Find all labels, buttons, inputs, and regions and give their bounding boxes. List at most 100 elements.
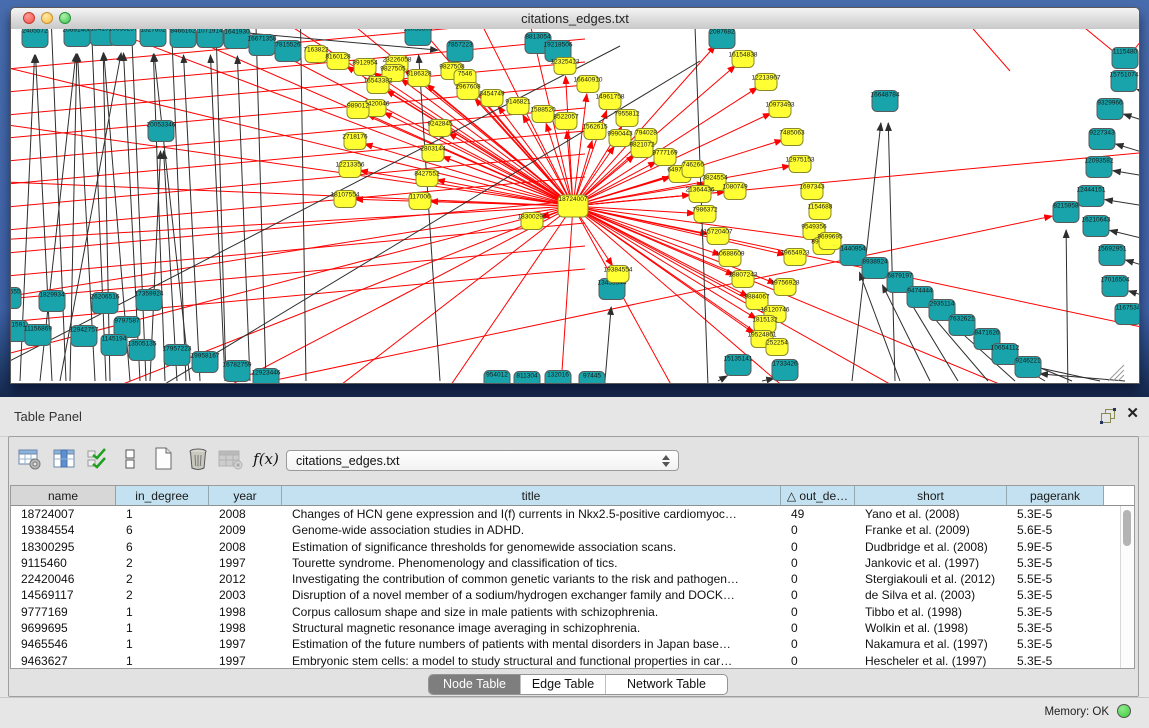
import-table-button[interactable]	[215, 444, 245, 474]
row-height-button[interactable]	[115, 444, 145, 474]
table-cell: Corpus callosum shape and size in male p…	[282, 604, 781, 620]
table-source-select[interactable]: citations_edges.txt	[286, 450, 679, 471]
table-cell: 2003	[209, 587, 282, 603]
graph-node-label: 19384554	[604, 267, 633, 274]
table-row[interactable]: 2242004622012Investigating the contribut…	[11, 571, 1121, 587]
table-cell: 2008	[209, 506, 282, 522]
graph-node-label: 11156869	[24, 326, 52, 333]
graph-node-label: 252254	[766, 340, 788, 347]
graph-node-label: 9884067	[744, 294, 770, 301]
column-header-filler	[1104, 486, 1134, 506]
window-titlebar[interactable]: citations_edges.txt	[11, 8, 1139, 30]
table-cell: 22420046	[11, 571, 116, 587]
table-cell: Estimation of significance thresholds fo…	[282, 539, 781, 555]
table-row[interactable]: 977716911998Corpus callosum shape and si…	[11, 604, 1121, 620]
graph-node-label: 6879197	[887, 273, 913, 280]
column-header-in_degree[interactable]: in_degree	[116, 486, 209, 506]
table-cell: Franke et al. (2009)	[855, 522, 1007, 538]
graph-node-label: 9246221	[1015, 358, 1041, 365]
graph-node-label: 8522057	[553, 114, 579, 121]
graph-node-label: 794028	[635, 130, 657, 137]
delete-table-button[interactable]	[183, 444, 213, 474]
resize-grip-icon[interactable]	[1113, 370, 1124, 381]
tab-edge-table[interactable]: Edge Table	[520, 675, 605, 694]
new-table-button[interactable]	[149, 444, 179, 474]
graph-node-label: 12213356	[336, 162, 365, 169]
graph-node-label: 1588520	[530, 107, 556, 114]
table-source-value: citations_edges.txt	[296, 454, 400, 468]
table-row[interactable]: 1456911722003Disruption of a novel membe…	[11, 587, 1121, 603]
memory-status-indicator[interactable]	[1117, 704, 1131, 718]
select-rows-button[interactable]	[83, 444, 113, 474]
table-cell: 0	[781, 539, 855, 555]
graph-node-label: 1440954	[840, 246, 866, 253]
column-header-out_de[interactable]: △ out_de…	[781, 486, 855, 506]
table-row[interactable]: 1872400712008Changes of HCN gene express…	[11, 506, 1121, 522]
table-cell: 49	[781, 506, 855, 522]
graph-node-label: 9549356	[801, 224, 827, 231]
show-column-button[interactable]	[49, 444, 79, 474]
graph-node-label: 15135141	[724, 356, 753, 363]
function-builder-button[interactable]: f(x)	[249, 444, 283, 474]
graph-node-label: 1562615	[582, 124, 608, 131]
table-row[interactable]: 946554611997Estimation of the future num…	[11, 636, 1121, 652]
table-cell: 5.3E-5	[1007, 653, 1104, 669]
column-header-year[interactable]: year	[209, 486, 282, 506]
tab-network-table[interactable]: Network Table	[605, 675, 727, 694]
graph-node-label: 746266	[682, 162, 704, 169]
close-panel-icon[interactable]: ✕	[1126, 406, 1139, 422]
tab-node-table[interactable]: Node Table	[429, 675, 520, 694]
table-row[interactable]: 911546021997Tourette syndrome. Phenomeno…	[11, 555, 1121, 571]
table-cell: 0	[781, 636, 855, 652]
graph-node-label: 8471626	[974, 330, 1000, 337]
table-cell: 2012	[209, 571, 282, 587]
column-header-title[interactable]: title	[282, 486, 781, 506]
column-header-short[interactable]: short	[855, 486, 1007, 506]
network-canvas[interactable]: 2405572206914061841971106532571527602846…	[11, 29, 1139, 383]
table-cell: Jankovic et al. (1997)	[855, 555, 1007, 571]
float-panel-icon[interactable]	[1101, 409, 1115, 423]
graph-node-label: 8454749	[479, 91, 505, 98]
graph-node-label: 9329966	[1097, 100, 1123, 107]
table-row[interactable]: 1938455462009Genome-wide association stu…	[11, 522, 1121, 538]
graph-node-label: 7632621	[949, 316, 975, 323]
graph-nodes: 2405572206914061841971106532571527602846…	[11, 29, 1139, 383]
graph-node-label: 8186328	[406, 71, 432, 78]
resize-grip-icon[interactable]	[1118, 375, 1124, 381]
vertical-scrollbar[interactable]	[1120, 506, 1134, 668]
table-row[interactable]: 1830029562008Estimation of significance …	[11, 539, 1121, 555]
graph-node-label: 1080749	[722, 184, 748, 191]
graph-node-label: 3824554	[702, 175, 728, 182]
graph-node-label: 9990443	[607, 131, 633, 138]
graph-node-label: 10654112	[991, 345, 1020, 352]
graph-node-label: 12444151	[1077, 187, 1106, 194]
graph-node-label: 811304	[516, 373, 538, 380]
scrollbar-thumb[interactable]	[1123, 510, 1131, 546]
graph-node-label: 2520655	[11, 289, 21, 296]
window-title: citations_edges.txt	[11, 11, 1139, 26]
graph-node-label: 19958167	[191, 353, 220, 360]
graph-node-label: 1154688	[808, 204, 833, 211]
graph-node-label: 17957223	[163, 346, 192, 353]
graph-node-label: 7163822	[303, 47, 329, 54]
table-settings-button[interactable]	[15, 444, 45, 474]
table-cell: 5.6E-5	[1007, 522, 1104, 538]
graph-node-label: 17016504	[1101, 277, 1130, 284]
table-row[interactable]: 969969511998Structural magnetic resonanc…	[11, 620, 1121, 636]
graph-node-label: 9227343	[1089, 130, 1115, 137]
graph-node-label: 2405572	[22, 29, 48, 35]
table-cell: 1998	[209, 604, 282, 620]
table-cell: 0	[781, 604, 855, 620]
table-row[interactable]: 946362711997Embryonic stem cells: a mode…	[11, 653, 1121, 669]
table-cell: 0	[781, 653, 855, 669]
network-desktop: citations_edges.txt 24055722069140618419…	[0, 0, 1149, 397]
column-header-name[interactable]: name	[11, 486, 116, 506]
table-body: 1872400712008Changes of HCN gene express…	[11, 506, 1121, 668]
graph-node-label: 19524861	[748, 332, 777, 339]
graph-node-label: 26206516	[91, 294, 120, 301]
table-cell: 1	[116, 653, 209, 669]
graph-node-label: 9242845	[427, 121, 453, 128]
column-header-pagerank[interactable]: pagerank	[1007, 486, 1104, 506]
table-cell: Yano et al. (2008)	[855, 506, 1007, 522]
table-cell: 1997	[209, 653, 282, 669]
